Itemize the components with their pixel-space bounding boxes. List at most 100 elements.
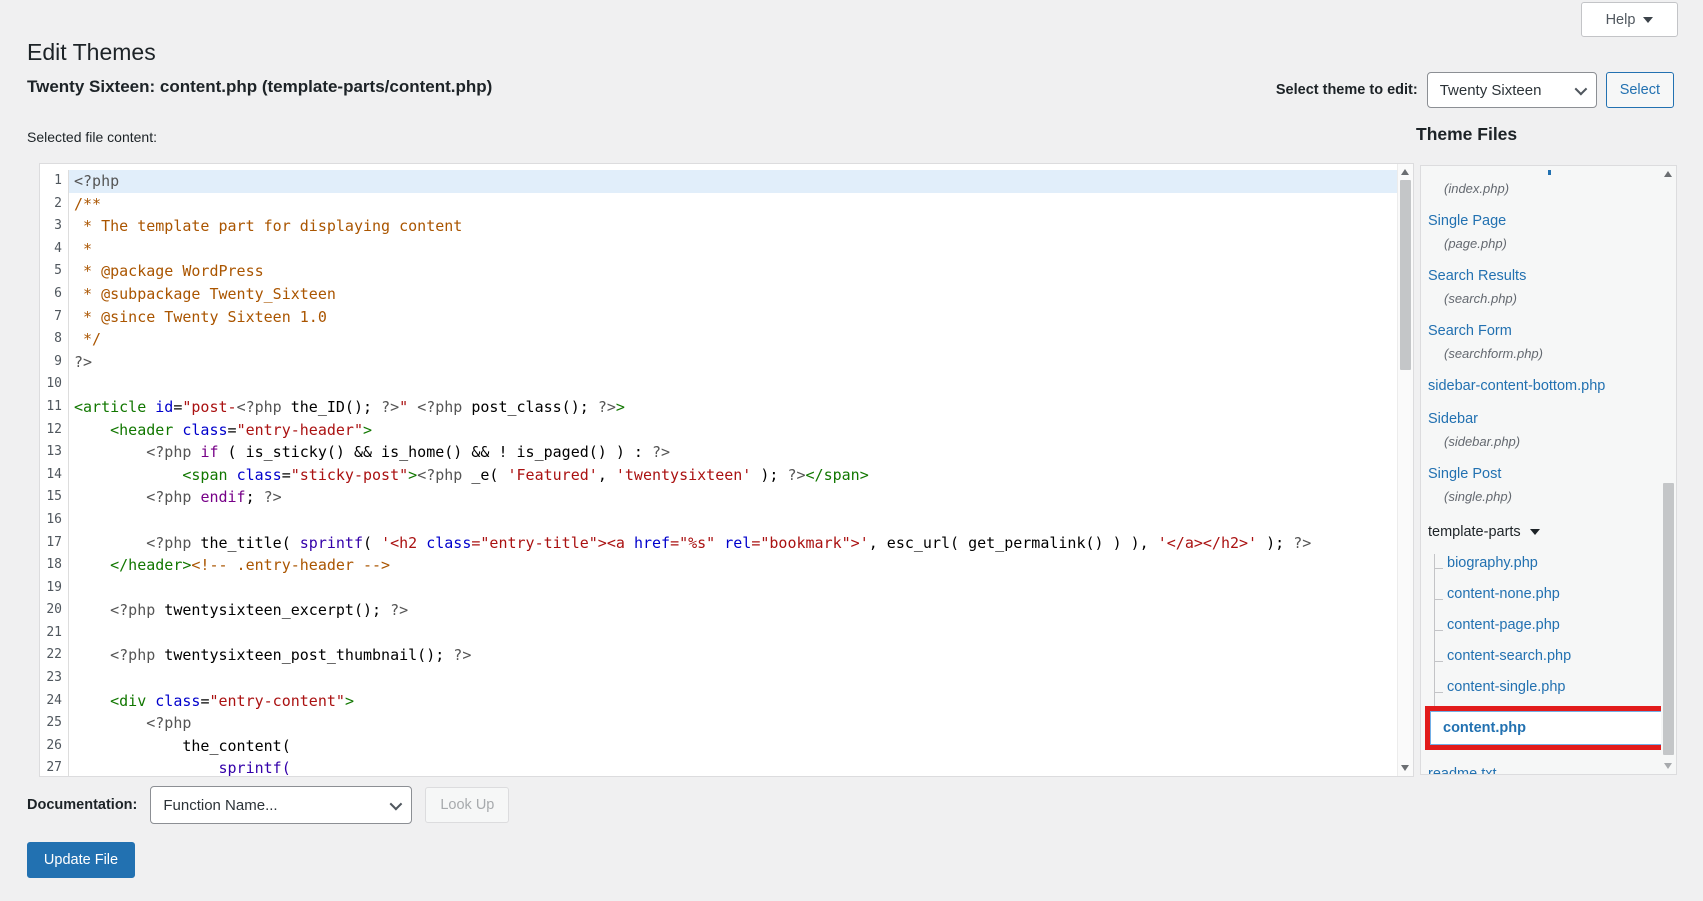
code-line-text: <?php xyxy=(69,170,1398,193)
code-editor-content[interactable]: 1<?php2/**3 * The template part for disp… xyxy=(40,164,1398,776)
theme-file-description: (page.php) xyxy=(1444,235,1661,252)
code-line[interactable]: 8 */ xyxy=(40,328,1398,351)
theme-file-link[interactable]: biography.php xyxy=(1447,554,1661,572)
theme-select-value: Twenty Sixteen xyxy=(1440,82,1542,99)
line-number: 5 xyxy=(40,260,69,283)
line-number: 6 xyxy=(40,283,69,306)
code-line-text: <?php if ( is_sticky() && is_home() && !… xyxy=(69,441,1398,464)
code-line[interactable]: 15 <?php endif; ?> xyxy=(40,486,1398,509)
code-line[interactable]: 17 <?php the_title( sprintf( '<h2 class=… xyxy=(40,532,1398,555)
scroll-up-icon[interactable] xyxy=(1664,171,1672,177)
code-line-text: <span class="sticky-post"><?php _e( 'Fea… xyxy=(69,464,1398,487)
selected-file-highlight: content.php xyxy=(1425,706,1661,750)
line-number: 16 xyxy=(40,509,69,532)
code-line[interactable]: 14 <span class="sticky-post"><?php _e( '… xyxy=(40,464,1398,487)
editor-scrollbar[interactable] xyxy=(1397,164,1413,776)
theme-file-link[interactable]: Search Form xyxy=(1428,322,1661,340)
function-name-value: Function Name... xyxy=(163,797,277,814)
line-number: 23 xyxy=(40,667,69,690)
documentation-label: Documentation: xyxy=(27,797,137,813)
theme-file-link[interactable]: content-search.php xyxy=(1447,647,1661,665)
line-number: 25 xyxy=(40,712,69,735)
clipped-file-link[interactable] xyxy=(1428,170,1661,175)
code-line-text: </header><!-- .entry-header --> xyxy=(69,554,1398,577)
code-line[interactable]: 22 <?php twentysixteen_post_thumbnail();… xyxy=(40,644,1398,667)
editor-scrollbar-thumb[interactable] xyxy=(1400,180,1411,370)
code-line[interactable]: 2/** xyxy=(40,193,1398,216)
code-line[interactable]: 3 * The template part for displaying con… xyxy=(40,215,1398,238)
theme-file-link[interactable]: Single Page xyxy=(1428,212,1661,230)
theme-file-link[interactable]: Single Post xyxy=(1428,465,1661,483)
theme-file-link-selected[interactable]: content.php xyxy=(1430,711,1661,745)
scroll-up-icon[interactable] xyxy=(1401,169,1409,175)
theme-file-description: (search.php) xyxy=(1444,290,1661,307)
code-line[interactable]: 10 xyxy=(40,373,1398,396)
code-line[interactable]: 18 </header><!-- .entry-header --> xyxy=(40,554,1398,577)
help-button[interactable]: Help xyxy=(1581,2,1678,37)
theme-select-dropdown[interactable]: Twenty Sixteen xyxy=(1427,72,1597,108)
function-name-dropdown[interactable]: Function Name... xyxy=(150,786,412,824)
theme-file-link[interactable]: Sidebar xyxy=(1428,410,1661,428)
code-line[interactable]: 20 <?php twentysixteen_excerpt(); ?> xyxy=(40,599,1398,622)
theme-file-link[interactable]: content-page.php xyxy=(1447,616,1661,634)
theme-files-scrollbar[interactable] xyxy=(1661,166,1676,774)
line-number: 4 xyxy=(40,238,69,261)
line-number: 10 xyxy=(40,373,69,396)
code-editor[interactable]: 1<?php2/**3 * The template part for disp… xyxy=(39,163,1414,777)
line-number: 19 xyxy=(40,577,69,600)
code-line[interactable]: 23 xyxy=(40,667,1398,690)
documentation-row: Documentation: Function Name... Look Up xyxy=(27,786,509,824)
code-line-text: * @since Twenty Sixteen 1.0 xyxy=(69,306,1398,329)
code-line[interactable]: 12 <header class="entry-header"> xyxy=(40,419,1398,442)
code-line-text: ?> xyxy=(69,351,1398,374)
theme-file-link[interactable]: sidebar-content-bottom.php xyxy=(1428,377,1661,395)
theme-file-link[interactable]: readme.txt xyxy=(1428,765,1661,774)
code-line-text: <div class="entry-content"> xyxy=(69,690,1398,713)
theme-file-description: (searchform.php) xyxy=(1444,345,1661,362)
code-line-text: <?php twentysixteen_excerpt(); ?> xyxy=(69,599,1398,622)
look-up-button[interactable]: Look Up xyxy=(425,787,509,823)
theme-file-description: (index.php) xyxy=(1444,180,1661,197)
update-file-button[interactable]: Update File xyxy=(27,842,135,878)
code-line[interactable]: 26 the_content( xyxy=(40,735,1398,758)
code-line[interactable]: 1<?php xyxy=(40,170,1398,193)
theme-file-link[interactable]: content-single.php xyxy=(1447,678,1661,696)
scroll-down-icon[interactable] xyxy=(1401,765,1409,771)
select-theme-button[interactable]: Select xyxy=(1606,72,1674,108)
scroll-down-icon[interactable] xyxy=(1664,763,1672,769)
code-line[interactable]: 6 * @subpackage Twenty_Sixteen xyxy=(40,283,1398,306)
code-line[interactable]: 9?> xyxy=(40,351,1398,374)
line-number: 21 xyxy=(40,622,69,645)
line-number: 11 xyxy=(40,396,69,419)
line-number: 9 xyxy=(40,351,69,374)
line-number: 3 xyxy=(40,215,69,238)
code-line-text: sprintf( xyxy=(69,757,1398,776)
code-line[interactable]: 13 <?php if ( is_sticky() && is_home() &… xyxy=(40,441,1398,464)
line-number: 13 xyxy=(40,441,69,464)
theme-file-description: (sidebar.php) xyxy=(1444,433,1661,450)
theme-file-link[interactable]: content-none.php xyxy=(1447,585,1661,603)
code-line[interactable]: 4 * xyxy=(40,238,1398,261)
theme-files-scrollbar-thumb[interactable] xyxy=(1663,483,1674,755)
code-line[interactable]: 7 * @since Twenty Sixteen 1.0 xyxy=(40,306,1398,329)
code-line[interactable]: 16 xyxy=(40,509,1398,532)
folder-toggle-template-parts[interactable]: template-parts xyxy=(1428,523,1661,541)
code-line-text: <header class="entry-header"> xyxy=(69,419,1398,442)
code-line[interactable]: 24 <div class="entry-content"> xyxy=(40,690,1398,713)
folder-name: template-parts xyxy=(1428,523,1521,541)
chevron-down-icon xyxy=(390,797,403,810)
theme-file-link[interactable]: Search Results xyxy=(1428,267,1661,285)
code-line-text: <?php xyxy=(69,712,1398,735)
code-line[interactable]: 21 xyxy=(40,622,1398,645)
code-line-text xyxy=(69,622,1398,645)
code-line-text: <article id="post-<?php the_ID(); ?>" <?… xyxy=(69,396,1398,419)
select-theme-label: Select theme to edit: xyxy=(1276,82,1418,98)
page-title: Edit Themes xyxy=(27,39,156,66)
code-line[interactable]: 19 xyxy=(40,577,1398,600)
code-line[interactable]: 11<article id="post-<?php the_ID(); ?>" … xyxy=(40,396,1398,419)
line-number: 17 xyxy=(40,532,69,555)
code-line[interactable]: 27 sprintf( xyxy=(40,757,1398,776)
code-line[interactable]: 5 * @package WordPress xyxy=(40,260,1398,283)
line-number: 18 xyxy=(40,554,69,577)
code-line[interactable]: 25 <?php xyxy=(40,712,1398,735)
